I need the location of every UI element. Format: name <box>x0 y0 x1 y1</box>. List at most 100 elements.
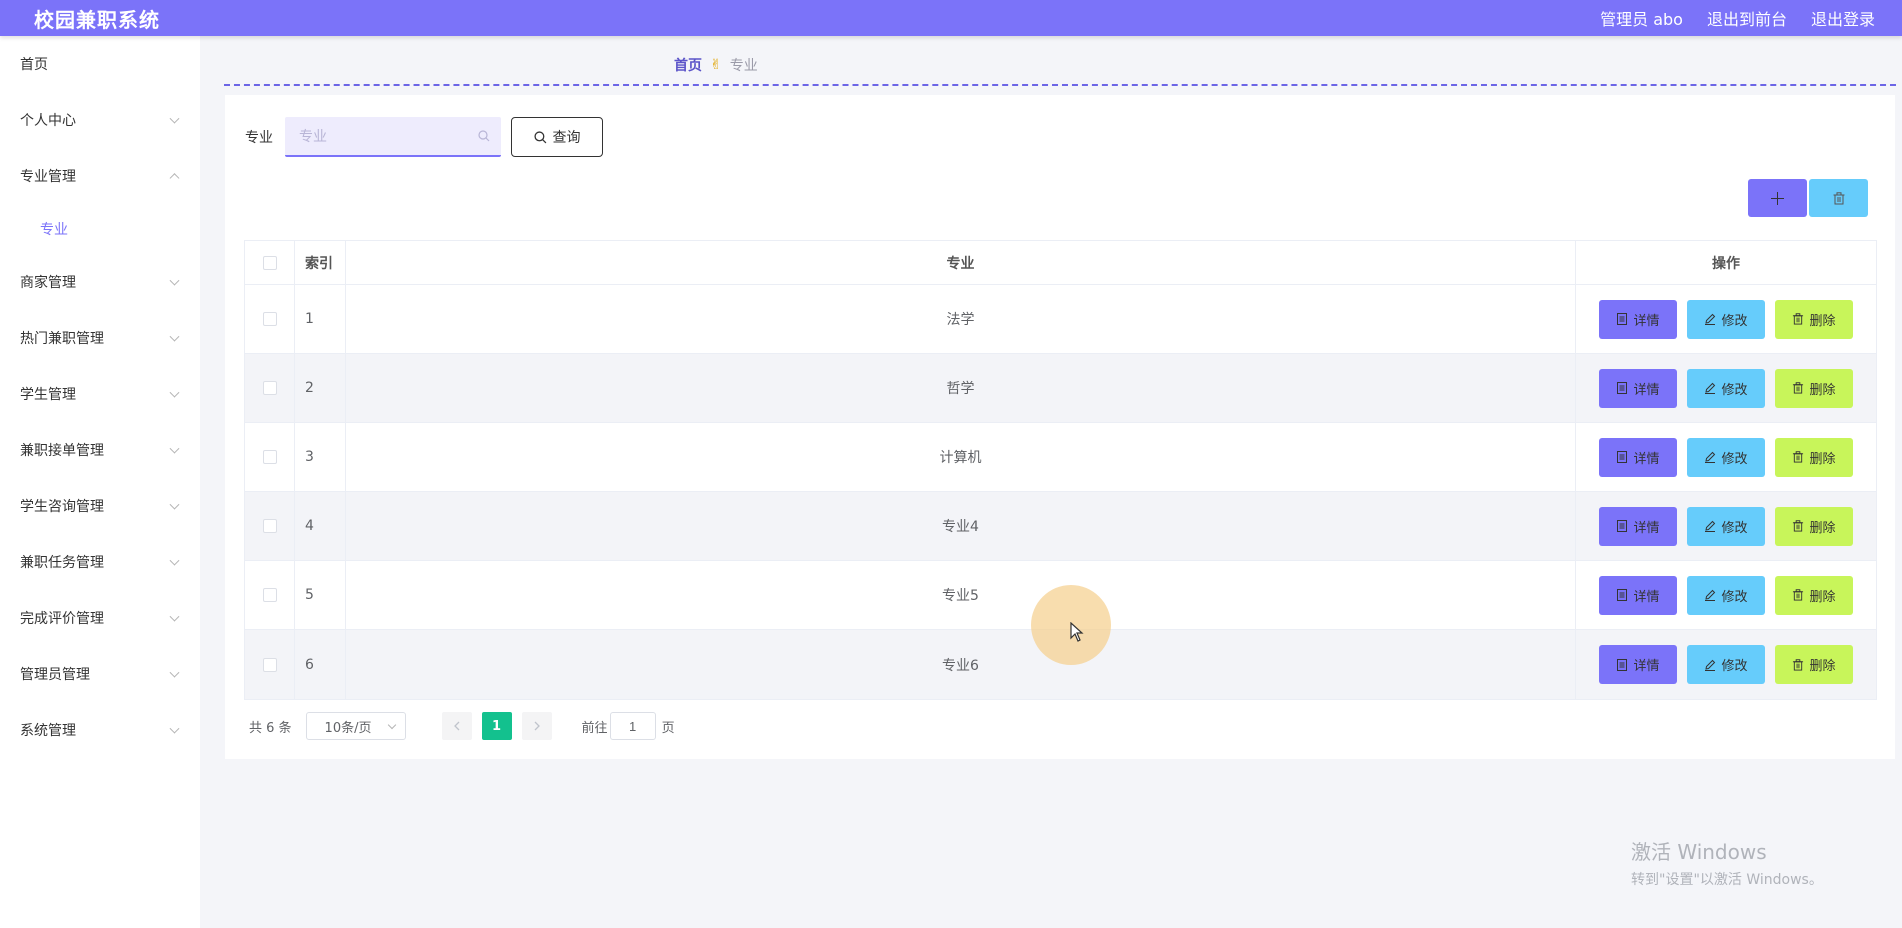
row-ops: 详情 修改 删除 <box>1576 285 1876 353</box>
row-checkbox[interactable] <box>262 312 277 326</box>
edit-button[interactable]: 修改 <box>1687 645 1765 684</box>
header-major: 专业 <box>346 241 1576 284</box>
goto-page-input[interactable] <box>609 712 656 740</box>
delete-button[interactable]: 删除 <box>1775 299 1853 339</box>
row-ops: 详情 修改 删除 <box>1576 354 1876 422</box>
chevron-right-icon <box>534 721 540 731</box>
sidebar-item-job-tasks-management[interactable]: 兼职任务管理 <box>0 534 200 590</box>
row-major: 法学 <box>346 285 1576 353</box>
detail-button-label: 详情 <box>1633 659 1660 674</box>
row-major: 专业4 <box>346 492 1576 560</box>
edit-button-label: 修改 <box>1721 659 1748 674</box>
row-check-cell <box>245 354 295 422</box>
delete-button[interactable]: 删除 <box>1775 645 1853 684</box>
table-row: 2 哲学 详情 修改 删除 <box>245 354 1876 423</box>
row-checkbox[interactable] <box>262 450 277 464</box>
row-check-cell <box>245 630 295 699</box>
logout-link[interactable]: 退出登录 <box>1811 6 1875 30</box>
table-row: 4 专业4 详情 修改 删除 <box>245 492 1876 561</box>
edit-button-label: 修改 <box>1721 589 1748 605</box>
breadcrumb-home[interactable]: 首页 <box>674 55 702 75</box>
document-icon <box>1617 451 1628 463</box>
row-index: 6 <box>295 630 346 699</box>
row-checkbox[interactable] <box>262 588 277 602</box>
document-icon <box>1617 520 1628 532</box>
delete-button[interactable]: 删除 <box>1775 437 1853 477</box>
detail-button[interactable]: 详情 <box>1599 437 1677 477</box>
breadcrumb-current: 专业 <box>729 58 758 74</box>
chevron-down-icon <box>169 499 180 510</box>
goto-suffix: 页 <box>661 720 675 736</box>
sidebar-item-label: 学生管理 <box>20 387 76 403</box>
sidebar-item-label: 商家管理 <box>20 275 76 291</box>
sidebar-subitem-major[interactable]: 专业 <box>0 204 200 254</box>
sidebar-item-job-orders-management[interactable]: 兼职接单管理 <box>0 422 200 478</box>
chevron-down-icon <box>387 720 396 730</box>
prev-page-button[interactable] <box>441 712 472 740</box>
detail-button[interactable]: 详情 <box>1599 368 1677 408</box>
sidebar-item-merchant-management[interactable]: 商家管理 <box>0 254 200 310</box>
document-icon <box>1617 658 1628 671</box>
sidebar-item-major-management[interactable]: 专业管理 <box>0 148 200 204</box>
select-all-checkbox[interactable] <box>262 255 277 270</box>
trash-icon <box>1833 191 1844 204</box>
sidebar-item-student-management[interactable]: 学生管理 <box>0 366 200 422</box>
sidebar-item-home[interactable]: 首页 <box>0 36 200 92</box>
delete-button[interactable]: 删除 <box>1775 368 1853 408</box>
delete-button-label: 删除 <box>1809 313 1836 329</box>
trash-icon <box>1793 451 1804 463</box>
document-icon <box>1617 589 1628 601</box>
chevron-down-icon <box>169 331 180 342</box>
row-ops: 详情 修改 删除 <box>1576 492 1876 560</box>
windows-activation-watermark: 激活 Windows 转到"设置"以激活 Windows。 <box>1631 836 1823 889</box>
edit-button[interactable]: 修改 <box>1687 437 1765 477</box>
sidebar-item-hot-jobs-management[interactable]: 热门兼职管理 <box>0 310 200 366</box>
edit-button[interactable]: 修改 <box>1687 575 1765 615</box>
add-button[interactable] <box>1748 179 1807 217</box>
back-to-frontend-link[interactable]: 退出到前台 <box>1707 6 1787 30</box>
watermark-line1: 激活 Windows <box>1631 840 1767 864</box>
next-page-button[interactable] <box>521 712 552 740</box>
query-button-label: 查询 <box>552 130 581 146</box>
delete-button[interactable]: 删除 <box>1775 575 1853 615</box>
pagination: 共 6 条 10条/页 1 前往 页 <box>249 712 675 740</box>
admin-user-link[interactable]: 管理员 abo <box>1600 6 1683 30</box>
sidebar-item-label: 首页 <box>20 57 48 73</box>
app-title: 校园兼职系统 <box>34 7 160 32</box>
header-ops: 操作 <box>1712 255 1740 272</box>
sidebar-item-reviews-management[interactable]: 完成评价管理 <box>0 590 200 646</box>
row-check-cell <box>245 285 295 353</box>
page-size-select[interactable]: 10条/页 <box>305 712 406 740</box>
detail-button[interactable]: 详情 <box>1599 575 1677 615</box>
edit-button[interactable]: 修改 <box>1687 299 1765 339</box>
query-button[interactable]: 查询 <box>511 117 603 157</box>
detail-button-label: 详情 <box>1633 451 1660 467</box>
row-checkbox[interactable] <box>262 657 277 672</box>
page-number-current[interactable]: 1 <box>481 712 512 740</box>
document-icon <box>1617 313 1628 325</box>
sidebar-item-label: 兼职接单管理 <box>20 443 104 459</box>
detail-button[interactable]: 详情 <box>1599 506 1677 546</box>
sidebar-item-personal-center[interactable]: 个人中心 <box>0 92 200 148</box>
sidebar-item-student-consult-management[interactable]: 学生咨询管理 <box>0 478 200 534</box>
chevron-down-icon <box>169 611 180 622</box>
sidebar-item-label: 完成评价管理 <box>20 611 104 627</box>
pencil-icon <box>1705 659 1716 671</box>
row-ops: 详情 修改 删除 <box>1576 630 1876 699</box>
detail-button[interactable]: 详情 <box>1599 299 1677 339</box>
sidebar-item-admin-management[interactable]: 管理员管理 <box>0 646 200 702</box>
search-input[interactable] <box>285 117 501 155</box>
select-all-cell <box>245 241 295 284</box>
batch-delete-button[interactable] <box>1809 179 1868 217</box>
row-checkbox[interactable] <box>262 519 277 533</box>
delete-button[interactable]: 删除 <box>1775 506 1853 546</box>
chevron-down-icon <box>169 387 180 398</box>
chevron-up-icon <box>169 173 180 184</box>
delete-button-label: 删除 <box>1809 659 1836 674</box>
edit-button[interactable]: 修改 <box>1687 506 1765 546</box>
row-index: 3 <box>295 423 346 491</box>
row-checkbox[interactable] <box>262 381 277 395</box>
edit-button[interactable]: 修改 <box>1687 368 1765 408</box>
sidebar-item-system-management[interactable]: 系统管理 <box>0 702 200 758</box>
detail-button[interactable]: 详情 <box>1599 645 1677 684</box>
